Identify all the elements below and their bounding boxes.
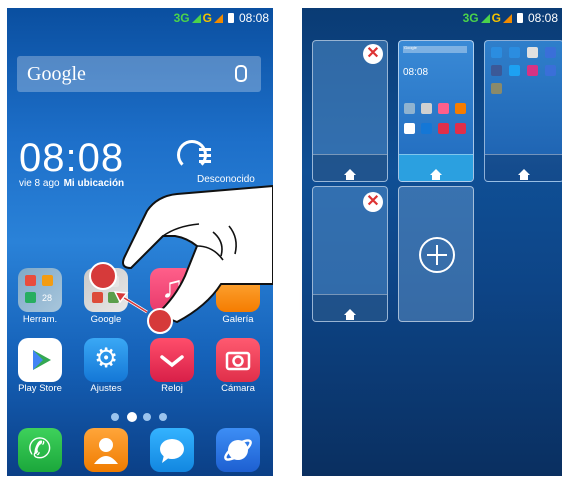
close-icon[interactable]: ✕: [363, 44, 383, 64]
google-logo: Google: [27, 63, 86, 85]
screen-preview-apps[interactable]: [484, 40, 562, 182]
network-type-2: G: [491, 11, 501, 25]
status-bar-right: 3G G 08:08: [302, 8, 562, 28]
pinch-arrow-icon: [113, 291, 148, 314]
home-icon[interactable]: [344, 309, 356, 320]
network-type-2: G: [202, 11, 212, 25]
play-store-icon[interactable]: [18, 338, 62, 382]
microphone-icon[interactable]: [235, 65, 247, 82]
home-screen-edit: 3G G 08:08 ✕ Google 08:08 ✕: [302, 8, 562, 476]
screen-preview-main[interactable]: Google 08:08: [398, 40, 474, 182]
contacts-icon[interactable]: [84, 428, 128, 472]
touch-point-1: [89, 262, 117, 290]
signal-icon-2: [502, 13, 512, 23]
home-screen: 3G G 08:08 Google 08:08 vie 8 ago Mi ubic…: [7, 8, 273, 476]
date-text: vie 8 ago: [19, 178, 60, 189]
phone-icon[interactable]: ✆: [18, 428, 62, 472]
status-time: 08:08: [527, 11, 558, 25]
clock-widget-time[interactable]: 08:08: [19, 136, 124, 181]
clock-widget-date: vie 8 ago Mi ubicación: [19, 178, 124, 189]
status-time: 08:08: [238, 11, 269, 25]
page-dot[interactable]: [111, 413, 119, 421]
weather-icon[interactable]: [177, 140, 211, 170]
close-icon[interactable]: ✕: [363, 192, 383, 212]
clock-icon[interactable]: [150, 338, 194, 382]
app-label-camara: Cámara: [221, 383, 255, 394]
location-text: Mi ubicación: [63, 178, 125, 189]
gear-icon[interactable]: ⚙: [84, 338, 128, 382]
google-search-bar[interactable]: Google: [17, 56, 261, 92]
preview-google-logo: Google: [404, 45, 417, 50]
signal-icon: [480, 13, 490, 23]
page-dot-active[interactable]: [127, 412, 137, 422]
app-label-reloj: Reloj: [161, 383, 183, 394]
network-type: 3G: [173, 11, 190, 25]
folder-icon[interactable]: 28: [18, 268, 62, 312]
status-bar: 3G G 08:08: [7, 8, 273, 28]
browser-icon[interactable]: [216, 428, 260, 472]
plus-icon[interactable]: [419, 237, 455, 273]
app-label-herram: Herram.: [22, 314, 58, 325]
calendar-badge: 28: [42, 293, 53, 303]
app-label-play-store: Play Store: [18, 383, 62, 394]
preview-clock: 08:08: [403, 67, 429, 78]
home-icon[interactable]: [344, 169, 356, 180]
home-icon[interactable]: [430, 169, 442, 180]
add-screen-button[interactable]: [398, 186, 474, 322]
battery-icon: [227, 13, 234, 23]
camera-icon[interactable]: [216, 338, 260, 382]
network-type: 3G: [462, 11, 479, 25]
home-icon[interactable]: [518, 169, 530, 180]
messages-icon[interactable]: [150, 428, 194, 472]
signal-icon: [191, 13, 201, 23]
page-dot[interactable]: [143, 413, 151, 421]
app-label-ajustes: Ajustes: [90, 383, 122, 394]
signal-icon-2: [213, 13, 223, 23]
page-dot[interactable]: [159, 413, 167, 421]
battery-icon: [516, 13, 523, 23]
